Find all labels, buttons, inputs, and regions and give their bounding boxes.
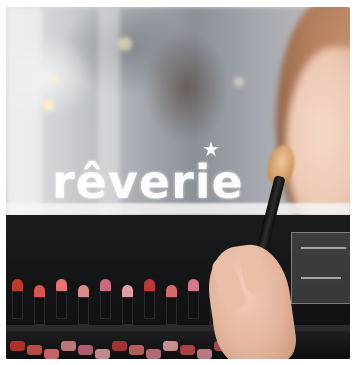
color-swatch xyxy=(78,345,93,355)
bokeh-light xyxy=(234,77,244,87)
star-icon: ★ xyxy=(202,137,220,161)
bokeh-light xyxy=(42,99,54,111)
color-swatch xyxy=(163,341,178,351)
color-swatch xyxy=(112,341,127,351)
acrylic-edge xyxy=(301,277,341,279)
lipstick xyxy=(144,279,155,319)
color-swatch xyxy=(95,349,110,359)
lipstick xyxy=(122,285,133,325)
lipstick xyxy=(12,279,23,319)
lipstick xyxy=(100,279,111,319)
color-swatch xyxy=(180,345,195,355)
lipstick xyxy=(56,279,67,319)
brand-logo-text: rêverie xyxy=(52,155,244,209)
background-pillar xyxy=(8,7,42,222)
color-swatch xyxy=(146,349,161,359)
color-swatch xyxy=(10,341,25,351)
lipstick xyxy=(166,285,177,325)
lipstick xyxy=(78,285,89,325)
store-photo: rêverie ★ xyxy=(6,7,350,359)
color-swatch xyxy=(27,345,42,355)
color-swatch xyxy=(44,349,59,359)
lipstick xyxy=(34,285,45,325)
color-swatch xyxy=(61,341,76,351)
color-swatch xyxy=(129,345,144,355)
bokeh-light xyxy=(50,75,58,83)
lipstick xyxy=(188,279,199,319)
color-swatch xyxy=(197,349,212,359)
acrylic-display xyxy=(291,232,350,304)
acrylic-edge xyxy=(301,247,346,249)
bokeh-light xyxy=(118,37,132,51)
